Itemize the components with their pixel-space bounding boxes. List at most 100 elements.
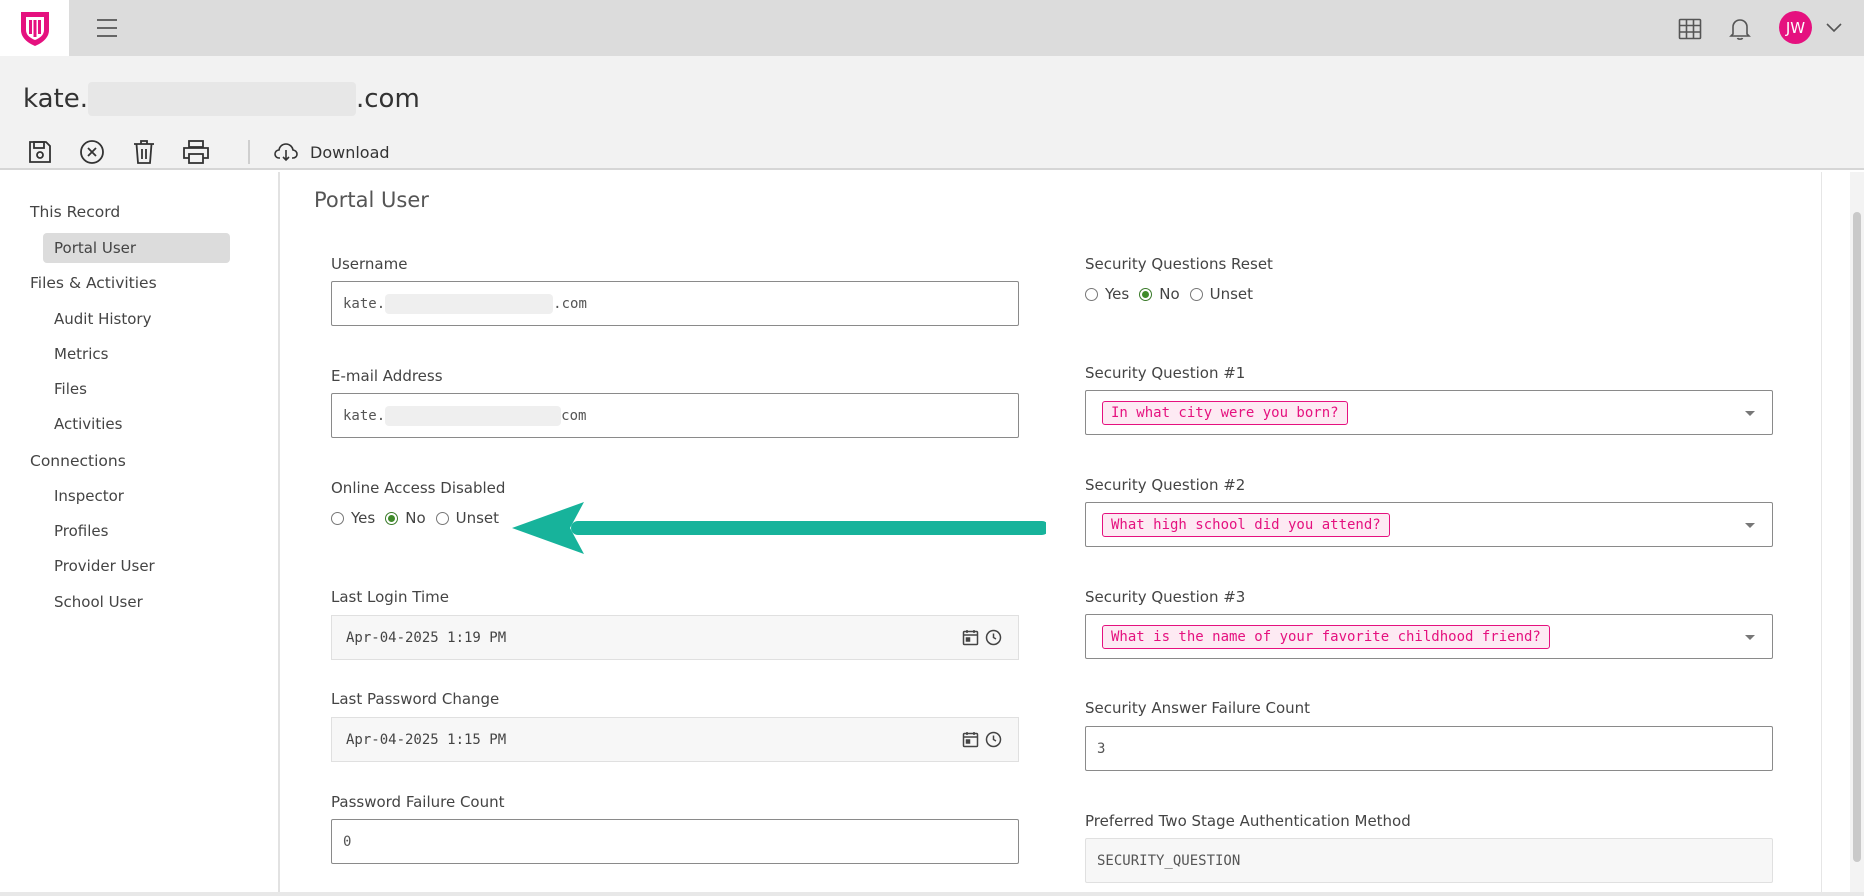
security-question-2-label: Security Question #2	[1085, 476, 1246, 494]
app-logo[interactable]	[0, 0, 69, 56]
sidebar-item-portal-user[interactable]: Portal User	[43, 233, 230, 263]
record-title-suffix: .com	[356, 84, 420, 114]
radio-label: Yes	[1105, 285, 1130, 303]
security-reset-unset-option[interactable]: Unset	[1189, 285, 1254, 303]
grid-icon[interactable]	[1675, 14, 1705, 44]
save-icon	[29, 141, 51, 163]
radio-label: Yes	[351, 509, 376, 527]
security-answer-failure-count-value: 3	[1097, 740, 1106, 757]
username-label: Username	[331, 255, 408, 273]
last-password-change-value: Apr-04-2025 1:15 PM	[346, 731, 507, 748]
security-questions-reset-label: Security Questions Reset	[1085, 255, 1273, 273]
caret-down-icon	[1745, 635, 1755, 640]
sidebar-item-profiles[interactable]: Profiles	[54, 522, 108, 540]
hamburger-menu-icon[interactable]	[92, 14, 122, 42]
radio-label: No	[1159, 285, 1180, 303]
sidebar-item-inspector[interactable]: Inspector	[54, 487, 124, 505]
sidebar-group-connections[interactable]: Connections	[30, 452, 126, 470]
sidebar-item-activities[interactable]: Activities	[54, 415, 122, 433]
bell-icon[interactable]	[1725, 14, 1755, 44]
selected-option-chip: What high school did you attend?	[1102, 512, 1390, 537]
page-scrollbar[interactable]	[1850, 172, 1864, 896]
download-button[interactable]: Download	[270, 142, 394, 162]
clock-icon[interactable]	[985, 731, 1002, 748]
preferred-two-stage-auth-input[interactable]: SECURITY_QUESTION	[1085, 838, 1773, 883]
selected-option-chip: What is the name of your favorite childh…	[1102, 624, 1550, 649]
save-button[interactable]	[14, 135, 66, 169]
sidebar-item-files[interactable]: Files	[54, 380, 87, 398]
bottom-bar	[0, 892, 1864, 896]
preferred-two-stage-auth-value: SECURITY_QUESTION	[1097, 852, 1241, 869]
radio-button-checked[interactable]	[1139, 287, 1153, 301]
sidebar-item-audit-history[interactable]: Audit History	[54, 310, 151, 328]
security-answer-failure-count-input[interactable]: 3	[1085, 726, 1773, 771]
email-value-prefix: kate.	[343, 407, 386, 424]
print-icon	[183, 140, 209, 164]
scrollbar-thumb[interactable]	[1853, 212, 1861, 862]
print-button[interactable]	[170, 135, 222, 169]
radio-button[interactable]	[435, 511, 449, 525]
username-input[interactable]: kate. .com	[331, 281, 1019, 326]
security-questions-reset-radio-group: Yes No Unset	[1085, 285, 1263, 303]
radio-button[interactable]	[1085, 287, 1098, 301]
section-title: Portal User	[314, 188, 429, 212]
sidebar-group-files-activities[interactable]: Files & Activities	[30, 274, 157, 292]
selected-option-chip: In what city were you born?	[1102, 400, 1348, 425]
email-value-suffix: com	[561, 407, 587, 424]
toolbar-divider	[248, 140, 250, 164]
online-access-disabled-label: Online Access Disabled	[331, 479, 506, 497]
sidebar-item-provider-user[interactable]: Provider User	[54, 557, 155, 575]
username-value-prefix: kate.	[343, 295, 386, 312]
record-header: kate. .com Download	[0, 56, 1864, 170]
security-question-3-label: Security Question #3	[1085, 588, 1246, 606]
username-value-suffix: .com	[553, 295, 587, 312]
radio-button[interactable]	[1189, 287, 1203, 301]
record-title-prefix: kate.	[23, 84, 88, 114]
trash-icon	[134, 140, 154, 164]
password-failure-count-input[interactable]: 0	[331, 819, 1019, 864]
online-access-unset-option[interactable]: Unset	[435, 509, 500, 527]
sidebar-item-school-user[interactable]: School User	[54, 593, 143, 611]
sidebar-item-metrics[interactable]: Metrics	[54, 345, 108, 363]
cloud-download-icon	[274, 143, 298, 162]
online-access-yes-option[interactable]: Yes	[331, 509, 375, 527]
radio-label: Unset	[1209, 285, 1254, 303]
calendar-icon[interactable]	[962, 731, 979, 748]
online-access-no-option[interactable]: No	[385, 509, 426, 527]
redacted-text	[385, 405, 562, 426]
password-failure-count-label: Password Failure Count	[331, 793, 505, 811]
security-question-3-select[interactable]: What is the name of your favorite childh…	[1085, 614, 1773, 659]
last-password-change-label: Last Password Change	[331, 690, 500, 708]
email-label: E-mail Address	[331, 367, 443, 385]
user-avatar[interactable]: JW	[1779, 11, 1812, 44]
radio-label: Unset	[455, 509, 500, 527]
last-password-change-input[interactable]: Apr-04-2025 1:15 PM	[331, 717, 1019, 762]
last-login-time-value: Apr-04-2025 1:19 PM	[346, 629, 507, 646]
password-failure-count-value: 0	[343, 833, 352, 850]
radio-label: No	[405, 509, 426, 527]
cancel-button[interactable]	[66, 135, 118, 169]
preferred-two-stage-auth-label: Preferred Two Stage Authentication Metho…	[1085, 812, 1411, 830]
radio-button-checked[interactable]	[385, 511, 399, 525]
chevron-down-icon[interactable]	[1821, 17, 1847, 39]
download-label: Download	[310, 142, 390, 162]
calendar-icon[interactable]	[962, 629, 979, 646]
redacted-text	[88, 82, 356, 116]
last-login-time-label: Last Login Time	[331, 588, 449, 606]
shield-logo-icon	[20, 12, 49, 46]
security-reset-yes-option[interactable]: Yes	[1085, 285, 1129, 303]
security-question-1-select[interactable]: In what city were you born?	[1085, 390, 1773, 435]
top-bar: JW	[0, 0, 1864, 56]
security-reset-no-option[interactable]: No	[1139, 285, 1180, 303]
sidebar-group-this-record[interactable]: This Record	[30, 203, 120, 221]
radio-button[interactable]	[331, 511, 344, 525]
delete-button[interactable]	[118, 135, 170, 169]
record-title: kate. .com	[23, 82, 420, 116]
security-question-2-select[interactable]: What high school did you attend?	[1085, 502, 1773, 547]
clock-icon[interactable]	[985, 629, 1002, 646]
caret-down-icon	[1745, 523, 1755, 528]
email-input[interactable]: kate. com	[331, 393, 1019, 438]
record-toolbar: Download	[14, 135, 394, 169]
last-login-time-input[interactable]: Apr-04-2025 1:19 PM	[331, 615, 1019, 660]
security-answer-failure-count-label: Security Answer Failure Count	[1085, 699, 1311, 717]
